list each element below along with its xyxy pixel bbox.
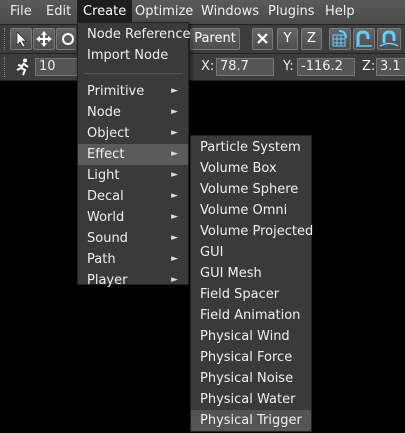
coord-y-field[interactable]: -116.2 — [297, 58, 355, 76]
menu-item-world[interactable]: World ► — [78, 207, 188, 228]
submenu-item-volume-box[interactable]: Volume Box — [191, 158, 311, 179]
running-figure-icon — [12, 57, 32, 77]
menu-item-node-reference[interactable]: Node Reference — [78, 24, 191, 45]
axis-z-toggle[interactable]: Z — [301, 28, 322, 50]
menu-item-label: Sound — [87, 231, 128, 246]
create-menu: Node Reference Import Node Primitive ► No… — [77, 22, 191, 288]
menu-item-node[interactable]: Node ► — [78, 102, 188, 123]
submenu-item-volume-sphere[interactable]: Volume Sphere — [191, 179, 311, 200]
menu-help[interactable]: Help — [319, 0, 361, 24]
rotate-tool-button[interactable] — [56, 28, 76, 50]
x-axis-icon — [257, 33, 268, 44]
coord-y-label: Y: — [283, 59, 294, 74]
submenu-arrow-icon: ► — [171, 212, 178, 222]
grid-snap-icon — [332, 30, 347, 47]
effect-submenu: Particle System Volume Box Volume Sphere… — [190, 135, 313, 432]
submenu-arrow-icon: ► — [171, 170, 178, 180]
select-tool-button[interactable] — [10, 28, 32, 50]
cursor-arrow-icon — [16, 31, 27, 48]
surface-magnet-icon — [379, 30, 399, 47]
submenu-arrow-icon: ► — [171, 149, 178, 159]
magnet-snap-button[interactable] — [353, 28, 375, 50]
menu-create[interactable]: Create — [77, 0, 133, 24]
menu-item-label: Decal — [87, 189, 124, 204]
submenu-item-physical-force[interactable]: Physical Force — [191, 347, 311, 368]
axis-y-toggle[interactable]: Y — [277, 28, 298, 50]
grid-snap-button[interactable] — [329, 28, 351, 50]
menu-item-import-node[interactable]: Import Node — [78, 45, 188, 66]
axis-x-toggle[interactable] — [252, 28, 273, 50]
menubar: File Edit Create Optimize Windows Plugin… — [0, 0, 405, 25]
transform-toolbar: 10 X: 78.7 Y: -116.2 Z: 3.1 — [0, 54, 405, 81]
submenu-arrow-icon: ► — [171, 86, 178, 96]
menu-edit[interactable]: Edit — [40, 0, 77, 24]
rotate-icon — [62, 33, 74, 45]
coord-z-field[interactable]: 3.1 — [376, 58, 405, 76]
menu-item-primitive[interactable]: Primitive ► — [78, 81, 188, 102]
menu-optimize[interactable]: Optimize — [129, 0, 199, 24]
menu-item-label: Light — [87, 168, 120, 183]
submenu-item-physical-wind[interactable]: Physical Wind — [191, 326, 311, 347]
coord-x-label: X: — [201, 59, 215, 74]
toolbar-grip[interactable] — [4, 57, 8, 77]
submenu-item-gui[interactable]: GUI — [191, 242, 311, 263]
submenu-arrow-icon: ► — [171, 191, 178, 201]
move-tool-button[interactable] — [33, 28, 55, 50]
menu-item-label: Effect — [87, 147, 125, 162]
submenu-arrow-icon: ► — [171, 233, 178, 243]
menu-item-light[interactable]: Light ► — [78, 165, 188, 186]
submenu-item-particle-system[interactable]: Particle System — [191, 137, 311, 158]
submenu-item-physical-trigger[interactable]: Physical Trigger — [191, 410, 311, 431]
submenu-arrow-icon: ► — [171, 107, 178, 117]
submenu-item-volume-projected[interactable]: Volume Projected — [191, 221, 313, 242]
submenu-item-volume-omni[interactable]: Volume Omni — [191, 200, 311, 221]
menu-file[interactable]: File — [4, 0, 38, 24]
menu-item-player[interactable]: Player ► — [78, 270, 188, 291]
submenu-item-physical-noise[interactable]: Physical Noise — [191, 368, 311, 389]
toolbar-grip[interactable] — [4, 28, 8, 50]
menu-item-effect[interactable]: Effect ► — [78, 144, 188, 165]
submenu-item-gui-mesh[interactable]: GUI Mesh — [191, 263, 311, 284]
menu-item-sound[interactable]: Sound ► — [78, 228, 188, 249]
menu-windows[interactable]: Windows — [195, 0, 265, 24]
menu-item-path[interactable]: Path ► — [78, 249, 188, 270]
submenu-arrow-icon: ► — [171, 128, 178, 138]
coord-z-label: Z: — [362, 59, 376, 74]
menu-item-decal[interactable]: Decal ► — [78, 186, 188, 207]
submenu-arrow-icon: ► — [171, 254, 178, 264]
menu-item-label: World — [87, 210, 125, 225]
step-field[interactable]: 10 — [35, 58, 80, 76]
menu-item-object[interactable]: Object ► — [78, 123, 188, 144]
submenu-item-field-spacer[interactable]: Field Spacer — [191, 284, 311, 305]
menu-item-label: Player — [87, 273, 128, 288]
parent-button[interactable]: Parent — [190, 28, 240, 50]
submenu-arrow-icon: ► — [171, 275, 178, 285]
main-toolbar: Parent Y Z — [0, 25, 405, 54]
submenu-item-field-animation[interactable]: Field Animation — [191, 305, 311, 326]
menu-separator — [84, 73, 182, 74]
menu-item-label: Node — [87, 105, 121, 120]
submenu-item-physical-water[interactable]: Physical Water — [191, 389, 311, 410]
magnet-icon — [356, 30, 372, 47]
menu-item-label: Path — [87, 252, 116, 267]
menu-item-label: Object — [87, 126, 130, 141]
menu-plugins[interactable]: Plugins — [262, 0, 321, 24]
surface-snap-button[interactable] — [377, 28, 401, 50]
menu-item-label: Primitive — [87, 84, 145, 99]
coord-x-field[interactable]: 78.7 — [216, 58, 274, 76]
move-arrows-icon — [36, 31, 52, 47]
